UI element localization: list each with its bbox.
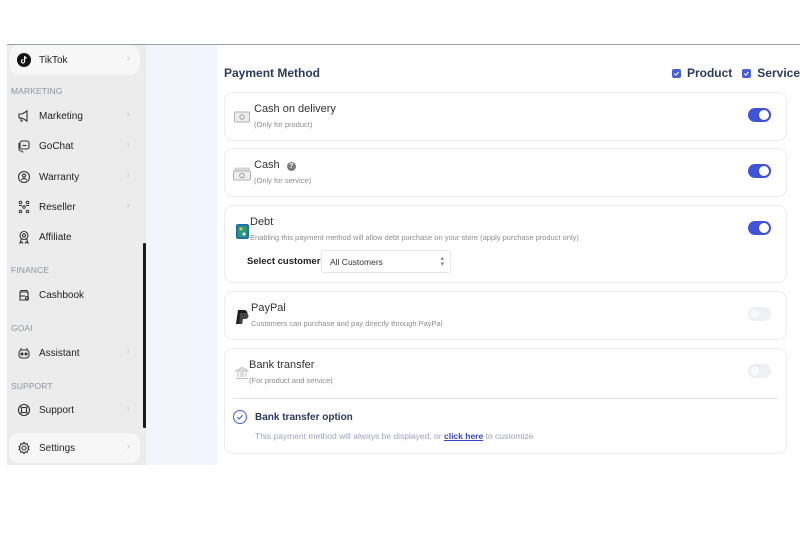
sidebar: TikTok › MARKETING Marketing › GoChat › … — [7, 45, 146, 465]
section-label-finance: FINANCE — [11, 265, 50, 275]
paypal-icon — [233, 308, 251, 326]
sidebar-item-label: GoChat — [39, 140, 74, 152]
sidebar-item-label: Affiliate — [39, 231, 72, 243]
lifebuoy-icon — [17, 403, 31, 417]
chevron-right-icon: › — [126, 53, 130, 64]
cashbook-icon — [17, 288, 31, 302]
section-label-goai: GOAI — [11, 323, 33, 333]
sidebar-item-tiktok[interactable]: TikTok › — [9, 45, 140, 75]
type-filters: Product Service — [662, 66, 800, 80]
payment-title-text: Cash — [254, 159, 280, 171]
chevron-right-icon: › — [126, 109, 130, 120]
toggle-paypal[interactable] — [748, 307, 771, 321]
megaphone-icon — [17, 109, 31, 123]
filter-product[interactable]: Product — [671, 66, 733, 80]
filter-label: Product — [686, 66, 733, 80]
sidebar-item-label: TikTok — [39, 54, 68, 66]
payment-subtitle: (For product and service) — [249, 376, 333, 385]
payment-title: Bank transfer — [249, 359, 315, 371]
section-label-marketing: MARKETING — [11, 86, 63, 96]
sidebar-item-assistant[interactable]: Assistant › — [9, 338, 140, 368]
cash-on-delivery-icon — [233, 108, 251, 126]
payment-subtitle: (Only for product) — [254, 120, 313, 129]
sidebar-item-label: Cashbook — [39, 289, 85, 301]
chevron-right-icon: › — [126, 346, 130, 357]
gear-icon — [17, 441, 31, 455]
main-content: Payment Method Product Service Cash on d… — [146, 45, 800, 466]
chevron-right-icon: › — [126, 441, 130, 452]
payment-subtitle: (Only for service) — [254, 176, 312, 185]
payment-method-panel: Payment Method Product Service Cash on d… — [217, 45, 800, 466]
select-arrows-icon: ▴ ▾ — [440, 255, 444, 268]
sidebar-item-label: Warranty — [39, 171, 80, 183]
payment-title: Cash ? — [254, 159, 296, 171]
affiliate-award-icon — [17, 230, 31, 244]
bank-transfer-option-title: Bank transfer option — [255, 412, 353, 423]
payment-card-paypal: PayPal Customers can purchase and pay di… — [224, 291, 787, 340]
debt-icon — [233, 222, 251, 240]
sidebar-item-settings[interactable]: Settings › — [9, 433, 140, 463]
payment-card-cash: Cash ? (Only for service) ↓ — [224, 148, 787, 197]
toggle-debt[interactable] — [748, 221, 771, 235]
sidebar-item-marketing[interactable]: Marketing › — [9, 101, 140, 131]
checkbox-product[interactable] — [671, 68, 681, 78]
description-text: to customize — [483, 431, 534, 441]
sidebar-item-support[interactable]: Support › — [9, 395, 140, 425]
payment-title: PayPal — [251, 302, 286, 314]
select-value: All Customers — [330, 256, 383, 267]
payment-card-bank-transfer: Bank transfer (For product and service) … — [224, 348, 787, 454]
sidebar-item-label: Reseller — [39, 201, 76, 213]
divider — [233, 398, 778, 399]
payment-card-debt: Debt Enabling this payment method will a… — [224, 205, 787, 283]
chevron-right-icon: › — [126, 170, 130, 181]
payment-title: Cash on delivery — [254, 103, 336, 115]
toggle-cash-on-delivery[interactable] — [748, 108, 771, 122]
chevron-right-icon: › — [126, 200, 130, 211]
sidebar-item-label: Settings — [39, 442, 76, 454]
sidebar-item-reseller[interactable]: Reseller › — [9, 192, 140, 222]
customize-link[interactable]: click here — [444, 431, 483, 441]
checkbox-service[interactable] — [742, 68, 752, 78]
page-title: Payment Method — [224, 66, 321, 80]
select-customers-dropdown[interactable]: All Customers ▴ ▾ — [321, 250, 451, 273]
cash-icon — [233, 165, 251, 183]
help-icon[interactable]: ? — [286, 162, 296, 171]
warranty-badge-icon — [17, 170, 31, 184]
sidebar-item-label: Assistant — [39, 347, 80, 359]
chevron-right-icon: › — [126, 139, 130, 150]
sidebar-item-affiliate[interactable]: Affiliate — [9, 222, 140, 252]
bank-transfer-option-description: This payment method will always be displ… — [255, 431, 533, 441]
robot-icon — [17, 346, 31, 360]
sidebar-item-cashbook[interactable]: Cashbook — [9, 280, 140, 310]
payment-subtitle: Customers can purchase and pay directly … — [251, 319, 443, 328]
payment-title: Debt — [250, 216, 274, 228]
check-circle-icon — [233, 410, 247, 424]
toggle-bank-transfer[interactable] — [748, 364, 771, 378]
filter-service[interactable]: Service — [742, 66, 800, 80]
app-window: TikTok › MARKETING Marketing › GoChat › … — [7, 44, 800, 466]
chevron-right-icon: › — [126, 403, 130, 414]
sidebar-item-warranty[interactable]: Warranty › — [9, 162, 140, 192]
select-customers-text: Select customers — [247, 256, 326, 267]
filter-label: Service — [757, 66, 800, 80]
reseller-network-icon — [17, 200, 31, 214]
payment-subtitle: Enabling this payment method will allow … — [250, 233, 579, 242]
tiktok-icon — [17, 53, 31, 67]
toggle-cash[interactable] — [748, 164, 771, 178]
sidebar-item-gochat[interactable]: GoChat › — [9, 131, 140, 161]
sidebar-item-label: Support — [39, 404, 75, 416]
description-text: This payment method will always be displ… — [255, 431, 444, 441]
chat-icon — [17, 139, 31, 153]
section-label-support: SUPPORT — [11, 381, 53, 391]
payment-card-cash-on-delivery: Cash on delivery (Only for product) ↓ — [224, 92, 787, 141]
sidebar-item-label: Marketing — [39, 110, 83, 122]
